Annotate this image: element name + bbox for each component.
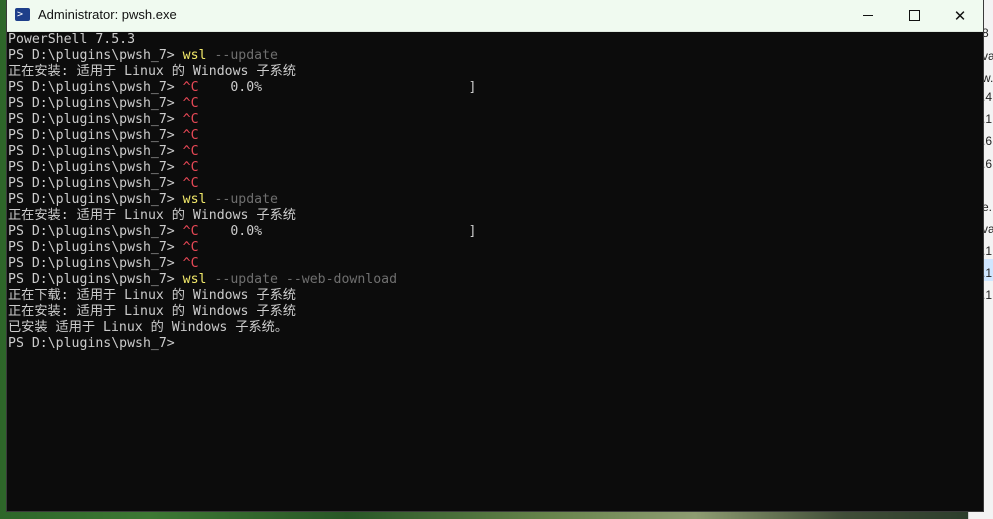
output-text: PS D:\plugins\pwsh_7> [8,240,183,255]
ctrl-c-text: ^C [182,240,199,255]
ctrl-c-text: ^C [182,96,199,111]
output-text: PS D:\plugins\pwsh_7> [8,48,183,63]
output-text: PS D:\plugins\pwsh_7> [8,192,183,207]
ctrl-c-text: ^C [182,112,199,127]
command-text: wsl [182,272,207,287]
terminal-line: PS D:\plugins\pwsh_7> wsl --update --web… [8,272,397,288]
terminal-line: PS D:\plugins\pwsh_7> ^C [8,144,199,160]
title-bar[interactable]: > Administrator: pwsh.exe ✕ [7,0,983,32]
terminal-line: PS D:\plugins\pwsh_7> [8,336,175,352]
terminal-line: PowerShell 7.5.3 [8,32,135,48]
terminal-output[interactable]: PowerShell 7.5.3 PS D:\plugins\pwsh_7> ws… [7,32,969,511]
argument-text: --update --web-download [206,272,398,287]
output-text: 正在下载: 适用于 Linux 的 Windows 子系统 [8,288,296,303]
output-text: PS D:\plugins\pwsh_7> [8,80,183,95]
close-icon: ✕ [953,6,967,25]
command-text: wsl [182,192,207,207]
background-row: .1 [982,288,993,302]
argument-text: --update [206,192,278,207]
terminal-line: PS D:\plugins\pwsh_7> ^C [8,96,199,112]
ctrl-c-text: ^C [182,176,199,191]
background-row: .1 [982,244,993,258]
maximize-button[interactable] [891,0,937,31]
window-title: Administrator: pwsh.exe [38,7,177,22]
terminal-line: PS D:\plugins\pwsh_7> wsl --update [8,48,278,64]
terminal-line: 正在安装: 适用于 Linux 的 Windows 子系统 [8,64,296,80]
output-text: PS D:\plugins\pwsh_7> [8,144,183,159]
output-text: 正在安装: 适用于 Linux 的 Windows 子系统 [8,64,296,79]
output-text: PS D:\plugins\pwsh_7> [8,160,183,175]
output-text: PS D:\plugins\pwsh_7> [8,176,183,191]
background-row: va [982,222,993,236]
background-row: .4 [982,90,993,104]
terminal-line: PS D:\plugins\pwsh_7> ^C [8,176,199,192]
terminal-line: PS D:\plugins\pwsh_7> wsl --update [8,192,278,208]
output-text: PS D:\plugins\pwsh_7> [8,96,183,111]
maximize-icon [908,10,920,21]
output-text: PS D:\plugins\pwsh_7> [8,112,183,127]
ctrl-c-text: ^C [182,256,199,271]
minimize-button[interactable] [845,0,891,31]
terminal-line: PS D:\plugins\pwsh_7> ^C 0.0% ] [8,80,476,96]
background-row: e. [982,200,993,214]
ctrl-c-text: ^C [182,144,199,159]
terminal-line: PS D:\plugins\pwsh_7> ^C [8,160,199,176]
output-text: 正在安装: 适用于 Linux 的 Windows 子系统 [8,304,296,319]
output-text: PS D:\plugins\pwsh_7> [8,224,183,239]
minimize-icon [863,15,873,16]
output-text: PS D:\plugins\pwsh_7> [8,128,183,143]
output-text: 0.0% ] [198,80,477,95]
terminal-line: 正在安装: 适用于 Linux 的 Windows 子系统 [8,304,296,320]
terminal-window[interactable]: > Administrator: pwsh.exe ✕ PowerShell 7… [7,0,983,511]
close-button[interactable]: ✕ [937,0,983,31]
output-text: 正在安装: 适用于 Linux 的 Windows 子系统 [8,208,296,223]
powershell-icon: > [15,8,30,21]
terminal-scrollbar[interactable] [969,32,983,511]
command-text: wsl [182,48,207,63]
background-row: va [982,49,993,63]
background-row: .1 [982,266,993,280]
terminal-line: PS D:\plugins\pwsh_7> ^C [8,240,199,256]
output-text: PS D:\plugins\pwsh_7> [8,336,175,351]
argument-text: --update [206,48,278,63]
ctrl-c-text: ^C [182,160,199,175]
terminal-line: 已安装 适用于 Linux 的 Windows 子系统。 [8,320,288,336]
background-row: .1 [982,112,993,126]
terminal-line: PS D:\plugins\pwsh_7> ^C [8,112,199,128]
terminal-line: PS D:\plugins\pwsh_7> ^C [8,256,199,272]
output-text: PS D:\plugins\pwsh_7> [8,256,183,271]
terminal-line: PS D:\plugins\pwsh_7> ^C 0.0% ] [8,224,476,240]
terminal-line: 正在安装: 适用于 Linux 的 Windows 子系统 [8,208,296,224]
background-row: .6 [982,134,993,148]
ctrl-c-text: ^C [182,224,199,239]
ctrl-c-text: ^C [182,128,199,143]
output-text: 已安装 适用于 Linux 的 Windows 子系统。 [8,320,289,335]
terminal-line: 正在下载: 适用于 Linux 的 Windows 子系统 [8,288,296,304]
background-row: .6 [982,157,993,171]
terminal-line: PS D:\plugins\pwsh_7> ^C [8,128,199,144]
background-row: 8 [982,26,989,40]
output-text: 0.0% ] [198,224,477,239]
output-text: PS D:\plugins\pwsh_7> [8,272,183,287]
output-text: PowerShell 7.5.3 [8,32,136,47]
ctrl-c-text: ^C [182,80,199,95]
